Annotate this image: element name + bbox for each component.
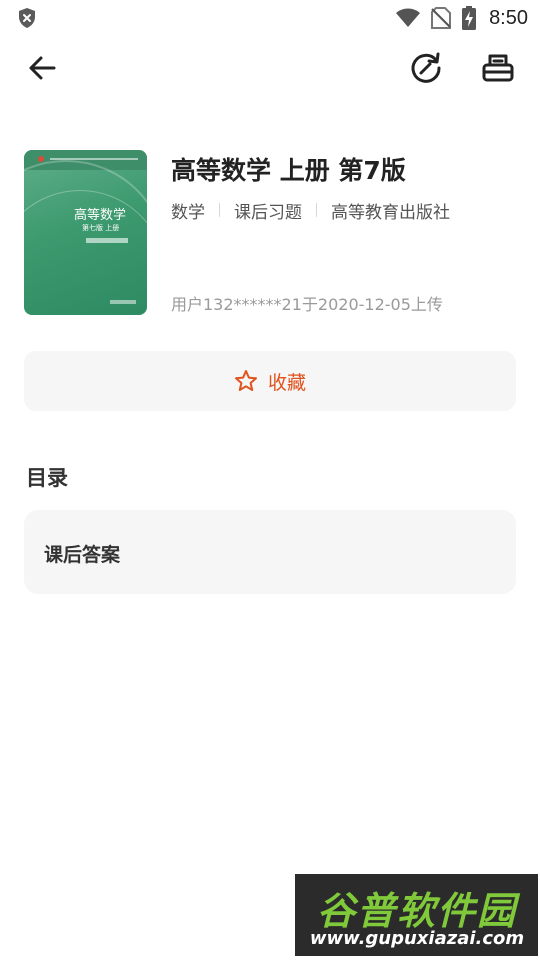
wifi-icon: [395, 8, 421, 28]
star-outline-icon: [234, 369, 258, 393]
cover-edition: 第七版 上册: [82, 224, 120, 232]
contents-heading: 目录: [26, 466, 68, 490]
toolbar: [0, 46, 540, 94]
battery-charging-icon: [461, 6, 477, 30]
book-title: 高等数学 上册 第7版: [171, 156, 406, 185]
uploader-info: 用户132******21于2020-12-05上传: [171, 295, 443, 314]
tag-type: 课后习题: [234, 202, 302, 223]
contents-item-label: 课后答案: [44, 544, 121, 566]
no-sim-icon: [431, 7, 452, 29]
tag-divider: [219, 203, 220, 217]
cover-title: 高等数学: [74, 208, 127, 223]
back-arrow-icon: [29, 56, 56, 80]
shield-icon: [17, 7, 37, 29]
watermark-url: www.gupuxiazai.com: [309, 928, 525, 949]
book-cover[interactable]: 高等数学 第七版 上册: [24, 150, 147, 315]
refresh-icon: [411, 52, 441, 83]
print-icon: [482, 54, 514, 82]
print-button[interactable]: [476, 46, 520, 90]
back-button[interactable]: [20, 46, 64, 90]
tag-publisher: 高等教育出版社: [331, 202, 450, 223]
watermark-text: 谷普软件园: [316, 889, 517, 933]
status-bar: 8:50: [0, 0, 540, 36]
tag-divider: [316, 203, 317, 217]
contents-item[interactable]: 课后答案: [24, 510, 516, 594]
book-tags: 数学 课后习题 高等教育出版社: [171, 198, 450, 223]
status-time: 8:50: [489, 6, 528, 29]
refresh-button[interactable]: [404, 46, 448, 90]
tag-subject: 数学: [171, 202, 205, 223]
favorite-label: 收藏: [267, 371, 306, 394]
page: 8:50 高等数学 第七版 上册 高等数学 上册 第7版 数学 课后习题 高等教…: [0, 0, 540, 960]
watermark-logo: 谷普软件园 www.gupuxiazai.com: [295, 874, 538, 956]
favorite-button[interactable]: 收藏: [24, 351, 516, 411]
book-info: 高等数学 第七版 上册 高等数学 上册 第7版 数学 课后习题 高等教育出版社 …: [24, 150, 524, 316]
